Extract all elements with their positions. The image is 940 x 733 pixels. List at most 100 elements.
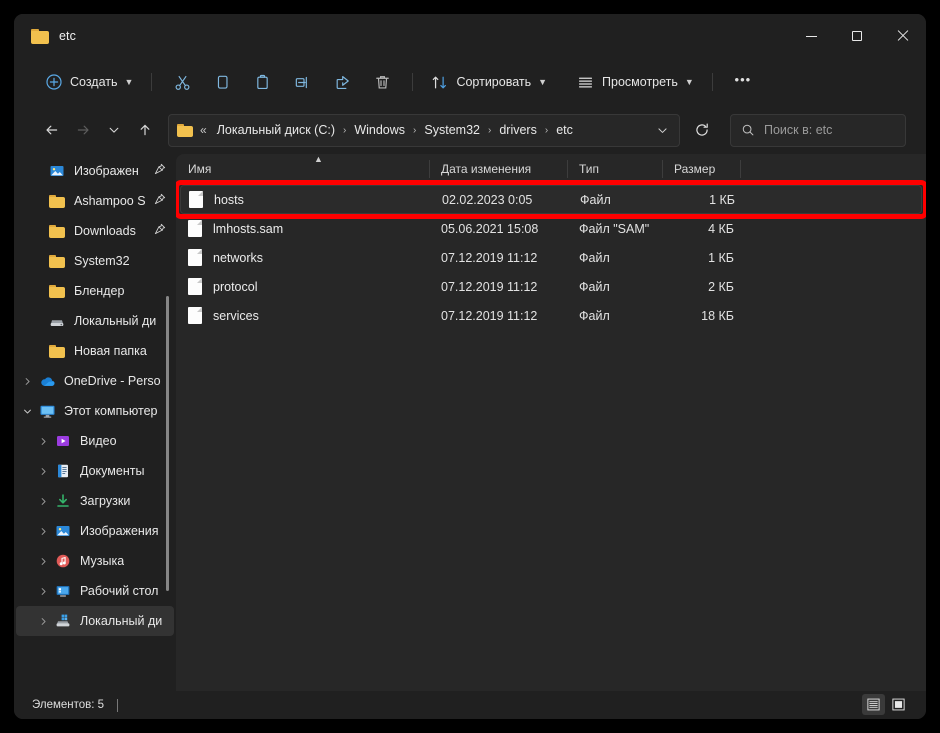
breadcrumb-item-2[interactable]: System32 (419, 120, 485, 140)
file-list[interactable]: hosts 02.02.2023 0:05 Файл 1 КБ lmhosts.sam 0… (176, 184, 926, 691)
sidebar-item-label: Изображен (74, 164, 139, 178)
cut-button[interactable] (162, 66, 202, 98)
file-size-cell: 4 КБ (708, 221, 734, 236)
column-header-type[interactable]: Тип (567, 154, 662, 184)
pictures-icon (48, 163, 66, 179)
pin-icon[interactable] (154, 192, 166, 210)
new-button[interactable]: Создать ▼ (38, 66, 141, 98)
status-separator (117, 698, 119, 712)
pin-icon[interactable] (154, 222, 166, 240)
breadcrumb-item-3[interactable]: drivers (494, 120, 542, 140)
cut-icon (174, 74, 191, 91)
back-button[interactable] (36, 115, 67, 146)
address-dropdown-button[interactable] (649, 117, 675, 144)
copy-icon (214, 74, 231, 91)
up-button[interactable] (129, 115, 160, 146)
file-type-cell: Файл (579, 279, 610, 294)
search-input[interactable] (764, 123, 925, 137)
copy-button[interactable] (202, 66, 242, 98)
recent-locations-button[interactable] (98, 115, 129, 146)
sidebar-item-12[interactable]: Изображения (16, 516, 174, 546)
address-bar[interactable]: « Локальный диск (C:) › Windows › System… (168, 113, 680, 147)
sidebar-item-6[interactable]: Новая папка (16, 336, 174, 366)
chevron-right-icon[interactable] (32, 617, 54, 626)
file-icon (189, 191, 203, 208)
item-count-label: Элементов: 5 (32, 699, 105, 711)
sort-button[interactable]: Сортировать ▼ (423, 66, 555, 98)
sidebar-scrollbar[interactable] (166, 296, 169, 591)
share-button[interactable] (322, 66, 362, 98)
chevron-right-icon[interactable] (32, 497, 54, 506)
chevron-right-icon[interactable] (32, 437, 54, 446)
table-row[interactable]: networks 07.12.2019 11:12 Файл 1 КБ (180, 243, 922, 272)
breadcrumb-separator[interactable]: › (545, 125, 548, 136)
large-icons-view-button[interactable] (887, 694, 910, 715)
sidebar-item-0[interactable]: Изображен (16, 156, 174, 186)
chevron-right-icon[interactable] (32, 467, 54, 476)
column-header-date[interactable]: Дата изменения (429, 154, 567, 184)
breadcrumb-separator[interactable]: › (488, 125, 491, 136)
sidebar-item-5[interactable]: Локальный ди (16, 306, 174, 336)
sidebar-item-1[interactable]: Ashampoo S (16, 186, 174, 216)
sidebar-item-13[interactable]: Музыка (16, 546, 174, 576)
sidebar-item-10[interactable]: Документы (16, 456, 174, 486)
sidebar-item-9[interactable]: Видео (16, 426, 174, 456)
file-icon (188, 220, 202, 237)
column-header-name[interactable]: Имя ▲ (176, 154, 429, 184)
breadcrumb-item-1[interactable]: Windows (349, 120, 410, 140)
column-headers: Имя ▲ Дата изменения Тип Размер (176, 154, 926, 184)
minimize-button[interactable] (788, 14, 834, 58)
sidebar-item-14[interactable]: Рабочий стол (16, 576, 174, 606)
sidebar-item-label: Локальный ди (74, 314, 157, 328)
sidebar-item-label: Музыка (80, 554, 125, 568)
sidebar-item-4[interactable]: Блендер (16, 276, 174, 306)
close-icon (897, 30, 909, 42)
sidebar-item-2[interactable]: Downloads (16, 216, 174, 246)
chevron-right-icon[interactable] (32, 587, 54, 596)
delete-button[interactable] (362, 66, 402, 98)
search-icon (741, 123, 755, 137)
sidebar-item-15[interactable]: Локальный ди (16, 606, 174, 636)
pin-icon[interactable] (154, 162, 166, 180)
sidebar-item-11[interactable]: Загрузки (16, 486, 174, 516)
file-size-cell: 1 КБ (709, 192, 735, 207)
breadcrumb-separator[interactable]: › (413, 125, 416, 136)
chevron-right-icon[interactable] (32, 557, 54, 566)
chevron-right-icon[interactable] (32, 527, 54, 536)
this-pc-icon (38, 403, 56, 420)
table-row[interactable]: lmhosts.sam 05.06.2021 15:08 Файл "SAM" 4 К… (180, 214, 922, 243)
refresh-icon (694, 122, 710, 138)
column-header-empty[interactable] (740, 154, 926, 184)
sidebar-item-8[interactable]: Этот компьютер (16, 396, 174, 426)
file-name-cell: protocol (180, 278, 433, 295)
file-date-cell: 07.12.2019 11:12 (441, 308, 538, 323)
table-row[interactable]: protocol 07.12.2019 11:12 Файл 2 КБ (180, 272, 922, 301)
close-button[interactable] (880, 14, 926, 58)
column-header-type-label: Тип (579, 161, 600, 176)
view-button[interactable]: Просмотреть ▼ (569, 66, 702, 98)
column-header-size[interactable]: Размер (662, 154, 740, 184)
details-view-button[interactable] (862, 694, 885, 715)
sort-button-label: Сортировать (456, 75, 532, 89)
navigation-sidebar[interactable]: Изображен Ashampoo S Downloads System32 Блен… (14, 154, 176, 691)
table-row[interactable]: hosts 02.02.2023 0:05 Файл 1 КБ (180, 185, 922, 214)
forward-button[interactable] (67, 115, 98, 146)
sidebar-item-7[interactable]: OneDrive - Perso (16, 366, 174, 396)
table-row[interactable]: services 07.12.2019 11:12 Файл 18 КБ (180, 301, 922, 330)
search-box[interactable] (730, 113, 925, 147)
file-date-cell: 02.02.2023 0:05 (442, 192, 533, 207)
chevron-down-icon[interactable] (16, 407, 38, 416)
rename-button[interactable] (282, 66, 322, 98)
breadcrumb-separator[interactable]: › (343, 125, 346, 136)
breadcrumb-item-4[interactable]: etc (551, 120, 578, 140)
breadcrumb-item-0[interactable]: Локальный диск (C:) (212, 120, 340, 140)
chevron-right-icon[interactable] (16, 377, 38, 386)
more-options-button[interactable]: ••• (723, 66, 763, 98)
sidebar-item-3[interactable]: System32 (16, 246, 174, 276)
folder-icon (48, 344, 66, 358)
view-mode-toggle (862, 694, 910, 715)
refresh-button[interactable] (686, 115, 717, 146)
paste-button[interactable] (242, 66, 282, 98)
breadcrumb-overflow-icon[interactable]: « (200, 123, 207, 137)
maximize-button[interactable] (834, 14, 880, 58)
